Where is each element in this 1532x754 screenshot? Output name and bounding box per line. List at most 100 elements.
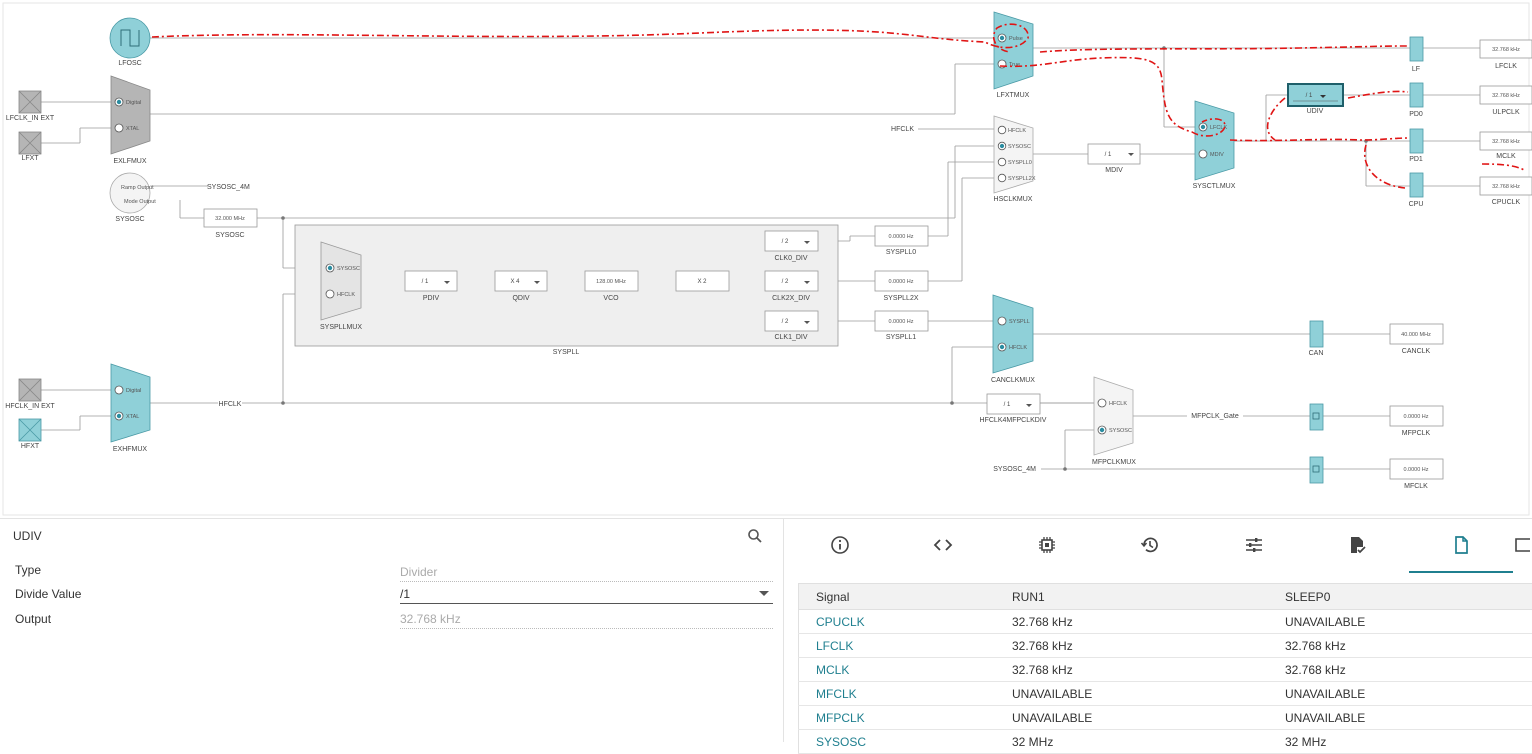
cpuclk-output[interactable]: 32.768 kHz CPUCLK [1480,177,1532,206]
gate-can[interactable]: CAN [1309,321,1324,357]
search-icon[interactable] [747,528,763,544]
divide-value-select[interactable]: /1 [400,587,773,604]
signal-panel: Signal RUN1 SLEEP0 CPUCLK 32.768 kHz UNA… [785,519,1532,742]
ulpclk-output[interactable]: 32.768 kHz ULPCLK [1480,86,1532,116]
run1-value: UNAVAILABLE [995,706,1268,730]
hfxt-node[interactable]: HFXT [19,419,41,450]
ulpclk-label: ULPCLK [1492,109,1520,116]
sysctlmux-label: SYSCTLMUX [1193,183,1236,190]
tab-info[interactable] [788,519,892,571]
sleep0-value: UNAVAILABLE [1268,706,1532,730]
output-label: Output [15,612,51,626]
syspllmux-label: SYSPLLMUX [320,324,362,331]
signal-table: Signal RUN1 SLEEP0 CPUCLK 32.768 kHz UNA… [798,583,1532,754]
syspll2x-output[interactable]: 0.0000 Hz SYSPLL2X [875,271,928,302]
hfclk-in-ext-label: HFCLK_IN EXT [5,403,55,410]
exhfmux-node[interactable]: Digital XTAL EXHFMUX [111,364,150,453]
syspll1-output[interactable]: 0.0000 Hz SYSPLL1 [875,311,928,341]
tab-overflow[interactable] [1512,519,1532,571]
gate-mfclk[interactable] [1310,457,1323,483]
type-label: Type [15,563,41,577]
mdiv-node[interactable]: / 1 MDIV [1088,144,1140,174]
syspllmux-input-hfclk: HFCLK [337,292,355,298]
tab-file-check[interactable] [1305,519,1409,571]
mfclk-output[interactable]: 0.0000 Hz MFCLK [1390,459,1443,490]
tab-code[interactable] [891,519,995,571]
cpuclk-freq-value: 32.768 kHz [1492,184,1520,190]
table-header-row: Signal RUN1 SLEEP0 [799,584,1532,610]
hfclk4mfpclkdiv-node[interactable]: / 1 HFCLK4MFPCLKDIV [980,394,1047,424]
run1-value: 32.768 kHz [995,610,1268,634]
hsclkmux-node[interactable]: HFCLK SYSOSC SYSPLL0 SYSPLL2X HSCLKMUX [994,116,1036,203]
syspll0-label: SYSPLL0 [886,249,916,256]
sysctlmux-node[interactable]: LFCLK MDIV SYSCTLMUX [1193,101,1236,190]
canclk-output[interactable]: 40.000 MHz CANCLK [1390,324,1443,355]
signal-link[interactable]: LFCLK [799,634,996,658]
sysosc-freq-box[interactable]: 32.000 MHz SYSOSC [204,209,257,239]
syspll0-freq-value: 0.0000 Hz [888,234,913,240]
syspll-label: SYSPLL [553,349,580,356]
divide-value-label: Divide Value [15,587,81,601]
gate-lf-label: LF [1412,66,1420,73]
canclk-freq-value: 40.000 MHz [1401,332,1431,338]
sliders-icon [1244,535,1264,555]
tab-settings[interactable] [1202,519,1306,571]
cpuclk-label: CPUCLK [1492,199,1521,206]
syspll0-output[interactable]: 0.0000 Hz SYSPLL0 [875,226,928,256]
gate-pd1[interactable]: PD1 [1409,129,1423,163]
exhfmux-input-digital: Digital [126,388,141,394]
exlfmux-input-digital: Digital [126,100,141,106]
sysosc-mode-output: Mode Output [124,199,156,205]
lfclk-output[interactable]: 32.768 kHz LFCLK [1480,40,1532,70]
column-header-run1[interactable]: RUN1 [995,584,1268,610]
hfclk4mfpclkdiv-label: HFCLK4MFPCLKDIV [980,417,1047,424]
column-header-sleep0[interactable]: SLEEP0 [1268,584,1532,610]
mclk-output[interactable]: 32.768 kHz MCLK [1480,132,1532,160]
signal-link[interactable]: CPUCLK [799,610,996,634]
sysosc-node[interactable]: Ramp Output Mode Output SYSOSC [110,173,156,223]
syspll-group[interactable] [295,225,838,346]
mfpclk-output[interactable]: 0.0000 Hz MFPCLK [1390,406,1443,437]
lfxt-node[interactable]: LFXT [19,132,41,162]
mfpclkmux-node[interactable]: HFCLK SYSOSC MFPCLKMUX [1092,377,1136,466]
gate-lf[interactable]: LF [1410,37,1423,73]
mfclk-freq-value: 0.0000 Hz [1403,467,1428,473]
chevron-down-icon[interactable] [759,591,769,596]
signal-link[interactable]: MCLK [799,658,996,682]
properties-panel: UDIV Type Divider Divide Value /1 Output… [0,519,784,742]
lfclk-label: LFCLK [1495,63,1517,70]
gate-mfpclk[interactable] [1310,404,1323,430]
hfclk-wire-label: HFCLK [219,401,242,408]
sysctlmux-input-mdiv: MDIV [1210,152,1224,158]
sysosc-label: SYSOSC [115,216,144,223]
hfclk-in-ext-node[interactable]: HFCLK_IN EXT [5,379,55,410]
run1-value: 32.768 kHz [995,658,1268,682]
file-check-icon [1347,535,1367,555]
exlfmux-node[interactable]: Digital XTAL EXLFMUX [111,76,150,165]
sysosc-4m-label: SYSOSC_4M [207,184,250,191]
syspll1-label: SYSPLL1 [886,334,916,341]
table-row: MCLK 32.768 kHz 32.768 kHz [799,658,1532,682]
signal-link[interactable]: MFCLK [799,682,996,706]
signal-link[interactable]: MFPCLK [799,706,996,730]
gate-pd0[interactable]: PD0 [1409,83,1423,118]
x2-node[interactable]: X 2 [676,271,729,291]
qdiv-value: X 4 [510,279,520,285]
gate-cpu[interactable]: CPU [1409,173,1424,208]
tab-chip[interactable] [995,519,1099,571]
tab-file[interactable] [1409,519,1513,573]
canclkmux-node[interactable]: SYSPLL HFCLK CANCLKMUX [991,295,1035,384]
vco-freq-value: 128.00 MHz [596,279,626,285]
gate-pd0-label: PD0 [1409,111,1423,118]
sysosc-ramp-output: Ramp Output [121,185,154,191]
lfxtmux-label: LFXTMUX [997,92,1030,99]
hsclkmux-input-sysosc: SYSOSC [1008,144,1031,150]
column-header-signal[interactable]: Signal [799,584,996,610]
lfclk-in-ext-node[interactable]: LFCLK_IN EXT [6,91,55,122]
udiv-node[interactable]: / 1 UDIV [1288,84,1343,115]
mfpclkmux-label: MFPCLKMUX [1092,459,1136,466]
tab-history[interactable] [1098,519,1202,571]
code-icon [933,535,953,555]
lfxtmux-input-pulse: Pulse [1009,36,1023,42]
lfosc-node[interactable]: LFOSC [110,18,150,67]
